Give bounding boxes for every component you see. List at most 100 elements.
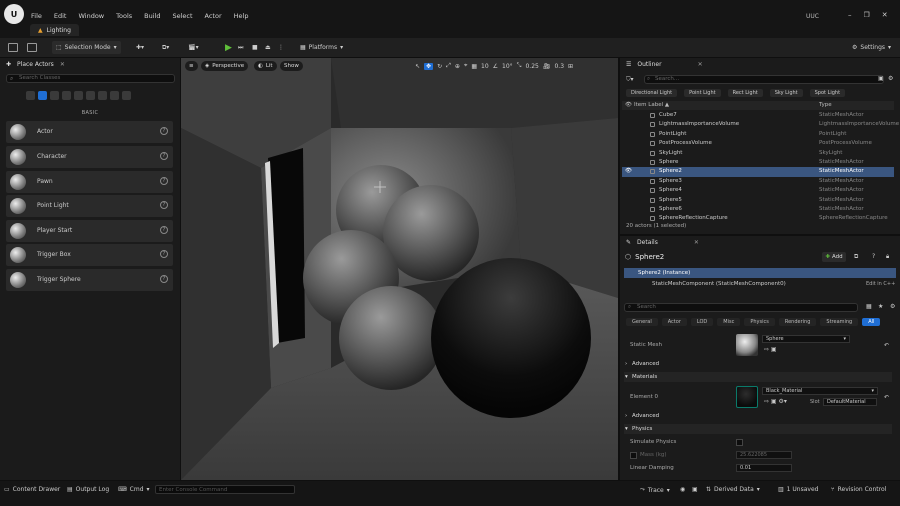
filter-rect-light[interactable]: Rect Light (727, 89, 763, 97)
scale-snap-value[interactable]: 0.25 (525, 63, 538, 70)
viewport-options-button[interactable]: ≡ (185, 61, 198, 71)
add-component-button[interactable]: ✚ Add (822, 252, 846, 262)
visual-effects-category-icon[interactable] (74, 91, 83, 100)
unsaved-button[interactable]: ▥ 1 Unsaved (778, 486, 818, 493)
menu-build[interactable]: Build (144, 12, 160, 20)
save-icon[interactable] (8, 41, 18, 54)
surface-snap-icon[interactable]: ⌖ (464, 62, 467, 70)
menu-tools[interactable]: Tools (116, 12, 132, 20)
outliner-row[interactable]: PostProcessVolume PostProcessVolume (622, 139, 894, 148)
actor-item-player-start[interactable]: Player Start ? (6, 220, 173, 242)
layout-icon[interactable]: ⊞ (568, 63, 573, 70)
help-icon[interactable]: ? (160, 177, 168, 185)
outliner-row[interactable]: Sphere StaticMeshActor (622, 158, 894, 167)
category-physics[interactable]: Physics (744, 318, 775, 326)
actor-item-pawn[interactable]: Pawn ? (6, 171, 173, 193)
perspective-button[interactable]: ◈ Perspective (201, 61, 249, 71)
add-folder-icon[interactable]: ▣ (878, 75, 884, 82)
derived-data-button[interactable]: ⇅ Derived Data ▾ (706, 486, 760, 493)
output-log-button[interactable]: ▤ Output Log (67, 486, 109, 493)
help-icon[interactable]: ? (872, 253, 875, 260)
physics-section[interactable]: ▾ Physics (624, 424, 892, 434)
outliner-row[interactable]: Sphere6 StaticMeshActor (622, 205, 894, 214)
linear-damping-field[interactable]: 0.01 (736, 464, 792, 472)
category-rendering[interactable]: Rendering (778, 318, 817, 326)
geometry-category-icon[interactable] (86, 91, 95, 100)
grid-snap-icon[interactable]: ▦ (471, 63, 477, 70)
category-all[interactable]: All (862, 318, 881, 326)
cinematics-icon[interactable]: 🎬︎▾ (188, 41, 199, 54)
material-browse-icons[interactable]: ⇨ ▣ ⚙▾ (764, 398, 787, 405)
stop-icon[interactable]: ■ (252, 41, 258, 54)
content-drawer-button[interactable]: ▭ Content Drawer (4, 486, 60, 493)
eject-icon[interactable]: ⏏︎ (265, 41, 271, 54)
rotate-icon[interactable]: ↻ (437, 63, 442, 70)
revision-control-button[interactable]: ⑂ Revision Control (831, 486, 886, 493)
selection-mode-button[interactable]: ⬚ Selection Mode ▾ (52, 41, 121, 54)
outliner-search-input[interactable]: ⌕ Search... (644, 75, 884, 84)
more-category-icon[interactable] (122, 91, 131, 100)
browse-asset-icon[interactable]: ⇨ ▣ (764, 346, 777, 353)
record-icon[interactable]: ◉ (680, 486, 685, 493)
reset-arrow-icon[interactable]: ↶ (884, 394, 889, 401)
category-misc[interactable]: Misc (717, 318, 741, 326)
all-classes-category-icon[interactable] (110, 91, 119, 100)
actor-item-character[interactable]: Character ? (6, 146, 173, 168)
filter-directional-light[interactable]: Directional Light (626, 89, 678, 97)
outliner-row[interactable]: LightmassImportanceVolume LightmassImport… (622, 120, 899, 129)
menu-select[interactable]: Select (172, 12, 192, 20)
category-lod[interactable]: LOD (690, 318, 714, 326)
menu-help[interactable]: Help (234, 12, 249, 20)
outliner-row[interactable]: SkyLight SkyLight (622, 149, 894, 158)
item-label-column[interactable]: Item Label ▲ (634, 102, 669, 108)
details-settings-icon[interactable]: ⚙ (890, 303, 895, 310)
advanced-section-1[interactable]: › Advanced (624, 359, 892, 369)
camera-speed-icon[interactable]: 🎥︎ (543, 63, 551, 70)
materials-section[interactable]: ▾ Materials (624, 372, 892, 382)
level-viewport[interactable]: ≡ ◈ Perspective ◐ Lit Show ↖ ✥ ↻ ⤢ ⊕ ⌖ ▦… (181, 58, 618, 480)
help-icon[interactable]: ? (160, 127, 168, 135)
actor-item-point-light[interactable]: Point Light ? (6, 195, 173, 217)
visibility-eye-icon[interactable]: 👁︎ (625, 168, 632, 174)
static-mesh-dropdown[interactable]: Sphere ▾ (762, 335, 850, 343)
maximize-icon[interactable]: ❐ (864, 11, 870, 19)
outliner-row[interactable]: Cube7 StaticMeshActor (622, 111, 894, 120)
mass-override-checkbox[interactable] (630, 452, 637, 459)
mass-field[interactable]: 25.622085 (736, 451, 792, 459)
table-view-icon[interactable]: ▦ (866, 303, 872, 310)
blueprint-convert-icon[interactable]: ⧉ (854, 253, 858, 261)
favorite-star-icon[interactable]: ★ (878, 303, 883, 310)
filter-sky-light[interactable]: Sky Light (769, 89, 803, 97)
select-mode-icon[interactable]: ↖ (415, 63, 420, 70)
minimize-icon[interactable]: – (848, 11, 852, 19)
menu-edit[interactable]: Edit (54, 12, 67, 20)
help-icon[interactable]: ? (160, 201, 168, 209)
filter-point-light[interactable]: Point Light (684, 89, 721, 97)
static-mesh-thumbnail[interactable] (736, 334, 758, 356)
outliner-tab[interactable]: ☰ Outliner ✕ (622, 59, 707, 70)
scale-snap-icon[interactable]: ⤡ (517, 62, 522, 70)
platforms-button[interactable]: ▦ Platforms ▾ (300, 41, 343, 54)
edit-in-cpp-link[interactable]: Edit in C++ (866, 281, 895, 287)
add-content-icon[interactable]: ✚▾ (136, 41, 144, 54)
recent-icon[interactable] (26, 91, 35, 100)
actor-item-trigger-sphere[interactable]: Trigger Sphere ? (6, 269, 173, 291)
lit-button[interactable]: ◐ Lit (254, 61, 277, 71)
lock-icon[interactable]: 🔒︎ (886, 253, 889, 261)
step-icon[interactable]: ⏭︎ (238, 41, 243, 54)
advanced-section-2[interactable]: › Advanced (624, 411, 892, 421)
outliner-row[interactable]: PointLight PointLight (622, 130, 894, 139)
cmd-dropdown[interactable]: ⌨ Cmd ▾ (118, 486, 150, 493)
component-row[interactable]: StaticMeshComponent (StaticMeshComponent… (624, 279, 896, 289)
reset-arrow-icon[interactable]: ↶ (884, 342, 889, 349)
object-name[interactable]: Sphere2 (635, 253, 664, 261)
world-local-icon[interactable]: ⊕ (455, 63, 460, 70)
lights-category-icon[interactable] (50, 91, 59, 100)
details-tab[interactable]: ✎ Details ✕ (622, 237, 703, 248)
screenshot-icon[interactable]: ▣ (692, 486, 698, 493)
cinematic-category-icon[interactable] (62, 91, 71, 100)
outliner-settings-icon[interactable]: ⚙ (888, 75, 893, 82)
basic-category-icon[interactable] (38, 91, 47, 100)
outliner-row[interactable]: Sphere3 StaticMeshActor (622, 177, 894, 186)
camera-speed-value[interactable]: 0.3 (554, 63, 564, 70)
